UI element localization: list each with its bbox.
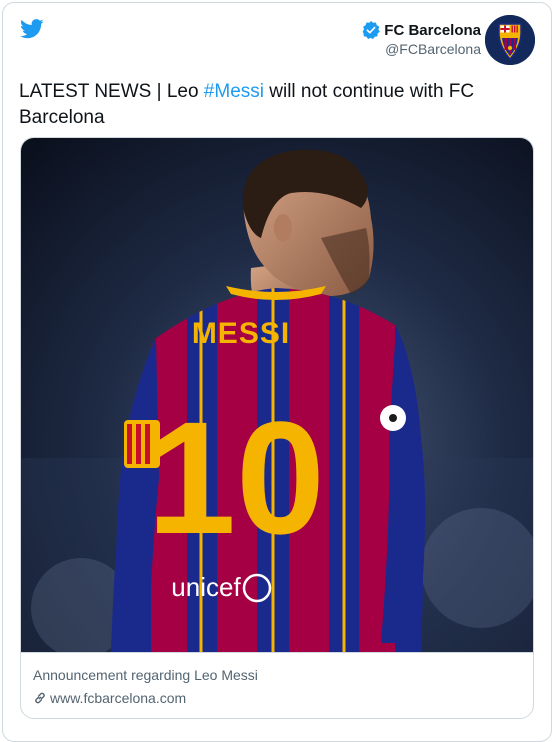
card-link[interactable]: www.fcbarcelona.com bbox=[33, 690, 521, 706]
author-name[interactable]: FC Barcelona bbox=[384, 22, 481, 39]
sponsor-text: unicef bbox=[171, 572, 241, 602]
tweet-header: FC Barcelona @FCBarcelona bbox=[3, 3, 551, 71]
card-meta[interactable]: Announcement regarding Leo Messi www.fcb… bbox=[21, 652, 533, 718]
tweet-text: LATEST NEWS | Leo #Messi will not contin… bbox=[19, 79, 519, 131]
jersey-number-text: 10 bbox=[147, 388, 325, 567]
tweet-card[interactable]: FC Barcelona @FCBarcelona LATEST NEWS | … bbox=[2, 2, 552, 742]
author-handle[interactable]: @FCBarcelona bbox=[362, 41, 481, 57]
author-block[interactable]: FC Barcelona @FCBarcelona bbox=[362, 21, 481, 57]
card-title[interactable]: Announcement regarding Leo Messi bbox=[33, 667, 521, 683]
card-domain[interactable]: www.fcbarcelona.com bbox=[50, 690, 186, 706]
jersey-name-text: MESSI bbox=[192, 317, 290, 350]
author-name-row: FC Barcelona bbox=[362, 21, 481, 39]
link-icon bbox=[35, 692, 45, 704]
hashtag-link[interactable]: #Messi bbox=[204, 81, 264, 102]
avatar[interactable] bbox=[485, 15, 535, 65]
tweet-text-before: LATEST NEWS | Leo bbox=[19, 81, 204, 102]
twitter-bird-icon[interactable] bbox=[20, 18, 44, 40]
card-photo[interactable]: MESSI 10 unicef bbox=[21, 138, 533, 652]
verified-badge-icon bbox=[362, 21, 381, 39]
fcb-crest-icon bbox=[485, 15, 535, 65]
link-card[interactable]: MESSI 10 unicef Announcement regarding L… bbox=[20, 137, 534, 719]
